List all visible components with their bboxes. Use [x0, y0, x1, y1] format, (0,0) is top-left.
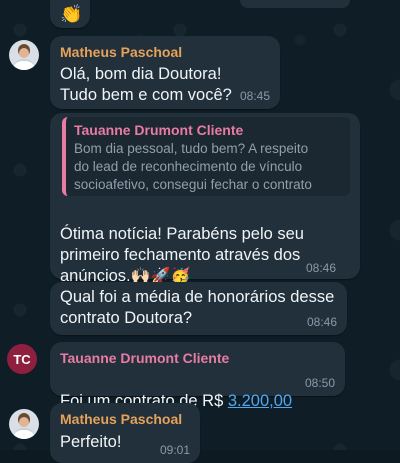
quoted-message[interactable]: Tauanne Drumont Cliente Bom dia pessoal,… — [62, 117, 350, 196]
message-bubble-1[interactable]: Matheus Paschoal Olá, bom dia Doutora! T… — [50, 36, 280, 109]
sender-name[interactable]: Matheus Paschoal — [60, 411, 182, 427]
avatar-matheus[interactable] — [9, 40, 39, 70]
message-time: 08:50 — [304, 376, 335, 390]
message-time: 08:46 — [306, 261, 337, 275]
message-time: 08:46 — [306, 315, 337, 329]
avatar-tauanne[interactable]: TC — [7, 344, 37, 374]
message-time: 08:45 — [239, 89, 270, 103]
amount-link[interactable]: 3.200,00 — [228, 392, 292, 410]
sender-name[interactable]: Tauanne Drumont Cliente — [60, 350, 229, 366]
clapping-emoji: 👏 — [60, 4, 83, 24]
message-time: 09:01 — [160, 443, 191, 457]
message-bubble-previous[interactable]: 👏 — [50, 0, 90, 28]
previous-bubble-edge — [240, 0, 350, 8]
quoted-text: Bom dia pessoal, tudo bem? A respeito do… — [74, 141, 312, 192]
message-text: Olá, bom dia Doutora! Tudo bem e com voc… — [60, 65, 232, 104]
message-bubble-3[interactable]: Qual foi a média de honorários desse con… — [50, 282, 347, 335]
quoted-sender: Tauanne Drumont Cliente — [74, 122, 244, 138]
avatar-matheus[interactable] — [9, 409, 39, 439]
message-bubble-5[interactable]: Matheus Paschoal Perfeito! 09:01 — [50, 403, 200, 463]
message-bubble-4[interactable]: Tauanne Drumont Cliente Foi um contrato … — [50, 342, 345, 410]
message-text: Qual foi a média de honorários desse con… — [60, 288, 335, 327]
sender-name[interactable]: Matheus Paschoal — [60, 44, 182, 60]
